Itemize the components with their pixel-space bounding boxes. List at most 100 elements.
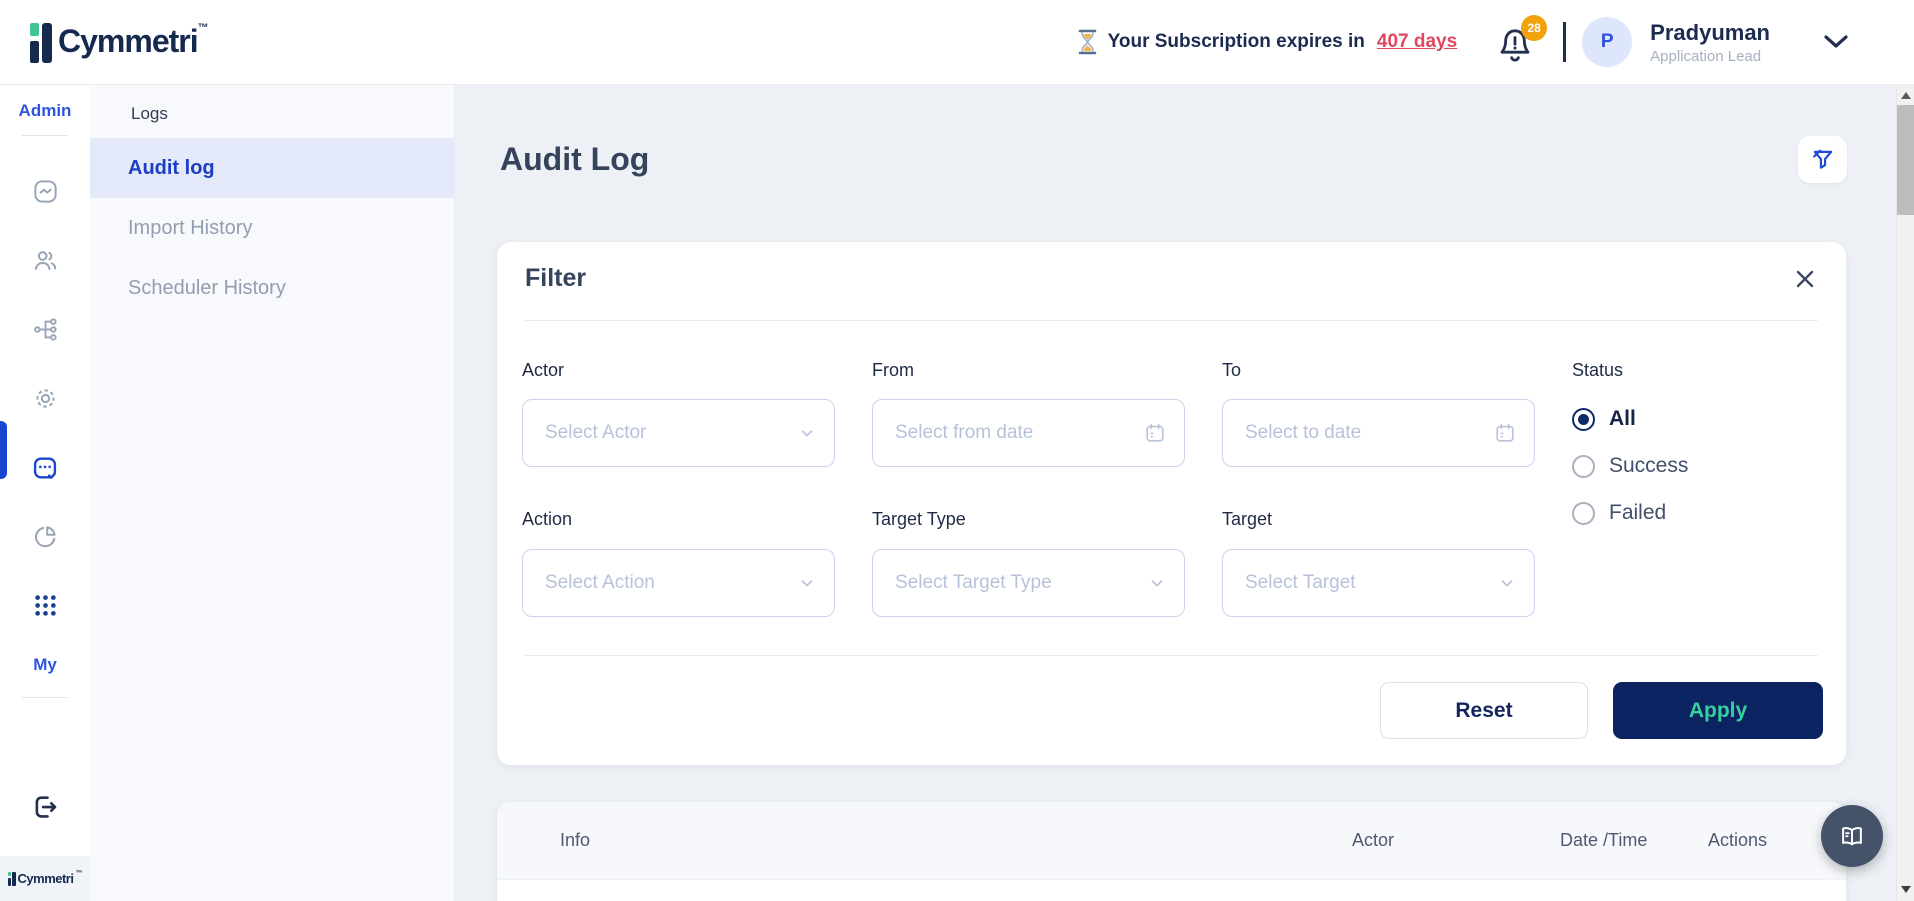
apply-button[interactable]: Apply bbox=[1613, 682, 1823, 739]
hourglass-icon bbox=[1077, 28, 1098, 56]
apps-grid-icon bbox=[32, 592, 59, 619]
pie-chart-icon bbox=[32, 523, 59, 550]
status-option-label: All bbox=[1609, 407, 1636, 431]
sidebar-item-settings[interactable] bbox=[0, 364, 90, 433]
column-header-actions: Actions bbox=[1708, 830, 1767, 851]
target-placeholder: Select Target bbox=[1245, 572, 1498, 594]
sidebar-item-audit-logs[interactable] bbox=[0, 433, 90, 502]
notification-badge: 28 bbox=[1521, 15, 1547, 41]
sidebar-item-dashboard[interactable] bbox=[0, 157, 90, 226]
scroll-down-arrow[interactable] bbox=[1897, 881, 1914, 897]
status-label: Status bbox=[1572, 360, 1688, 381]
audit-chat-icon bbox=[31, 454, 59, 482]
filter-divider bbox=[525, 320, 1818, 321]
to-date-placeholder: Select to date bbox=[1245, 422, 1494, 444]
book-icon bbox=[1838, 822, 1866, 850]
target-label: Target bbox=[1222, 509, 1272, 530]
radio-icon bbox=[1572, 502, 1595, 525]
chevron-down-icon bbox=[1498, 574, 1516, 592]
header-divider bbox=[1563, 22, 1566, 62]
icon-rail: Admin bbox=[0, 85, 90, 901]
mini-logo-trademark: ™ bbox=[75, 870, 82, 877]
subscription-days-link[interactable]: 407 days bbox=[1377, 31, 1457, 53]
radio-icon bbox=[1572, 455, 1595, 478]
status-radio-all[interactable]: All bbox=[1572, 406, 1688, 432]
user-menu[interactable]: P Pradyuman Application Lead bbox=[1582, 17, 1822, 67]
funnel-icon bbox=[1810, 147, 1836, 173]
action-select[interactable]: Select Action bbox=[522, 549, 835, 617]
rail-section-admin: Admin bbox=[0, 101, 90, 121]
hierarchy-icon bbox=[32, 316, 59, 343]
page-title: Audit Log bbox=[500, 141, 649, 178]
table-header-row: Info Actor Date /Time Actions bbox=[497, 802, 1846, 880]
mini-logo: Cymmetri ™ bbox=[0, 856, 90, 901]
to-date-input[interactable]: Select to date bbox=[1222, 399, 1535, 467]
target-type-placeholder: Select Target Type bbox=[895, 572, 1148, 594]
nav-item-audit-log[interactable]: Audit log bbox=[90, 138, 455, 198]
user-role: Application Lead bbox=[1650, 48, 1770, 65]
sidebar-item-hierarchy[interactable] bbox=[0, 295, 90, 364]
filter-toggle-button[interactable] bbox=[1798, 136, 1847, 183]
from-label: From bbox=[872, 360, 914, 381]
scroll-up-arrow[interactable] bbox=[1897, 87, 1914, 103]
top-header: Cymmetri ™ Your Subscription expires in … bbox=[0, 0, 1914, 85]
target-select[interactable]: Select Target bbox=[1222, 549, 1535, 617]
avatar: P bbox=[1582, 17, 1632, 67]
column-header-actor: Actor bbox=[1352, 830, 1394, 851]
notifications-button[interactable]: 28 bbox=[1495, 19, 1541, 65]
vertical-scrollbar bbox=[1896, 85, 1914, 901]
column-header-info: Info bbox=[560, 830, 590, 851]
app-window: Cymmetri ™ Your Subscription expires in … bbox=[0, 0, 1914, 901]
cymmetri-logo-mark-icon bbox=[30, 23, 52, 63]
chevron-down-icon[interactable] bbox=[1822, 33, 1850, 51]
topbar-right: Your Subscription expires in 407 days 28… bbox=[1077, 17, 1914, 67]
gear-icon bbox=[32, 385, 59, 412]
status-option-label: Failed bbox=[1609, 501, 1666, 525]
sidebar-item-reports[interactable] bbox=[0, 502, 90, 571]
nav-section-title: Logs bbox=[90, 85, 454, 124]
from-date-input[interactable]: Select from date bbox=[872, 399, 1185, 467]
subscription-notice: Your Subscription expires in 407 days bbox=[1077, 28, 1458, 56]
status-radio-failed[interactable]: Failed bbox=[1572, 500, 1688, 526]
sidebar-item-users[interactable] bbox=[0, 226, 90, 295]
rail-divider bbox=[22, 697, 68, 698]
action-label: Action bbox=[522, 509, 572, 530]
status-radio-success[interactable]: Success bbox=[1572, 453, 1688, 479]
target-type-select[interactable]: Select Target Type bbox=[872, 549, 1185, 617]
logo-text: Cymmetri bbox=[58, 21, 198, 61]
filter-close-button[interactable] bbox=[1792, 266, 1818, 292]
column-header-date: Date /Time bbox=[1560, 830, 1647, 851]
subscription-text: Your Subscription expires in bbox=[1108, 31, 1365, 53]
chevron-down-icon bbox=[798, 574, 816, 592]
reset-button[interactable]: Reset bbox=[1380, 682, 1588, 739]
chevron-down-icon bbox=[798, 424, 816, 442]
filter-panel-title: Filter bbox=[525, 264, 586, 293]
sidebar-item-apps[interactable] bbox=[0, 571, 90, 640]
activity-icon bbox=[32, 178, 59, 205]
filter-panel: Filter Actor Select Actor From Select fr… bbox=[497, 242, 1846, 765]
to-label: To bbox=[1222, 360, 1241, 381]
logout-button[interactable] bbox=[0, 783, 90, 831]
cymmetri-logo[interactable]: Cymmetri ™ bbox=[30, 21, 209, 63]
radio-icon bbox=[1572, 408, 1595, 431]
calendar-icon bbox=[1144, 422, 1166, 444]
scrollbar-thumb[interactable] bbox=[1897, 105, 1914, 215]
actor-select[interactable]: Select Actor bbox=[522, 399, 835, 467]
mini-logo-text: Cymmetri bbox=[18, 871, 74, 886]
help-docs-fab[interactable] bbox=[1821, 805, 1883, 867]
nav-items: Audit log Import History Scheduler Histo… bbox=[90, 138, 455, 318]
nav-item-import-history[interactable]: Import History bbox=[90, 198, 455, 258]
close-icon bbox=[1793, 267, 1817, 291]
users-icon bbox=[32, 247, 59, 274]
user-name: Pradyuman bbox=[1650, 20, 1770, 46]
target-type-label: Target Type bbox=[872, 509, 966, 530]
actor-label: Actor bbox=[522, 360, 564, 381]
main-content: Audit Log Filter Actor Select Actor bbox=[455, 85, 1896, 901]
rail-section-my: My bbox=[0, 655, 90, 675]
user-text: Pradyuman Application Lead bbox=[1650, 20, 1770, 65]
logs-nav-panel: Logs Audit log Import History Scheduler … bbox=[90, 85, 455, 901]
actor-placeholder: Select Actor bbox=[545, 422, 798, 444]
rail-divider bbox=[22, 135, 68, 136]
nav-item-scheduler-history[interactable]: Scheduler History bbox=[90, 258, 455, 318]
logo-trademark: ™ bbox=[198, 22, 209, 34]
